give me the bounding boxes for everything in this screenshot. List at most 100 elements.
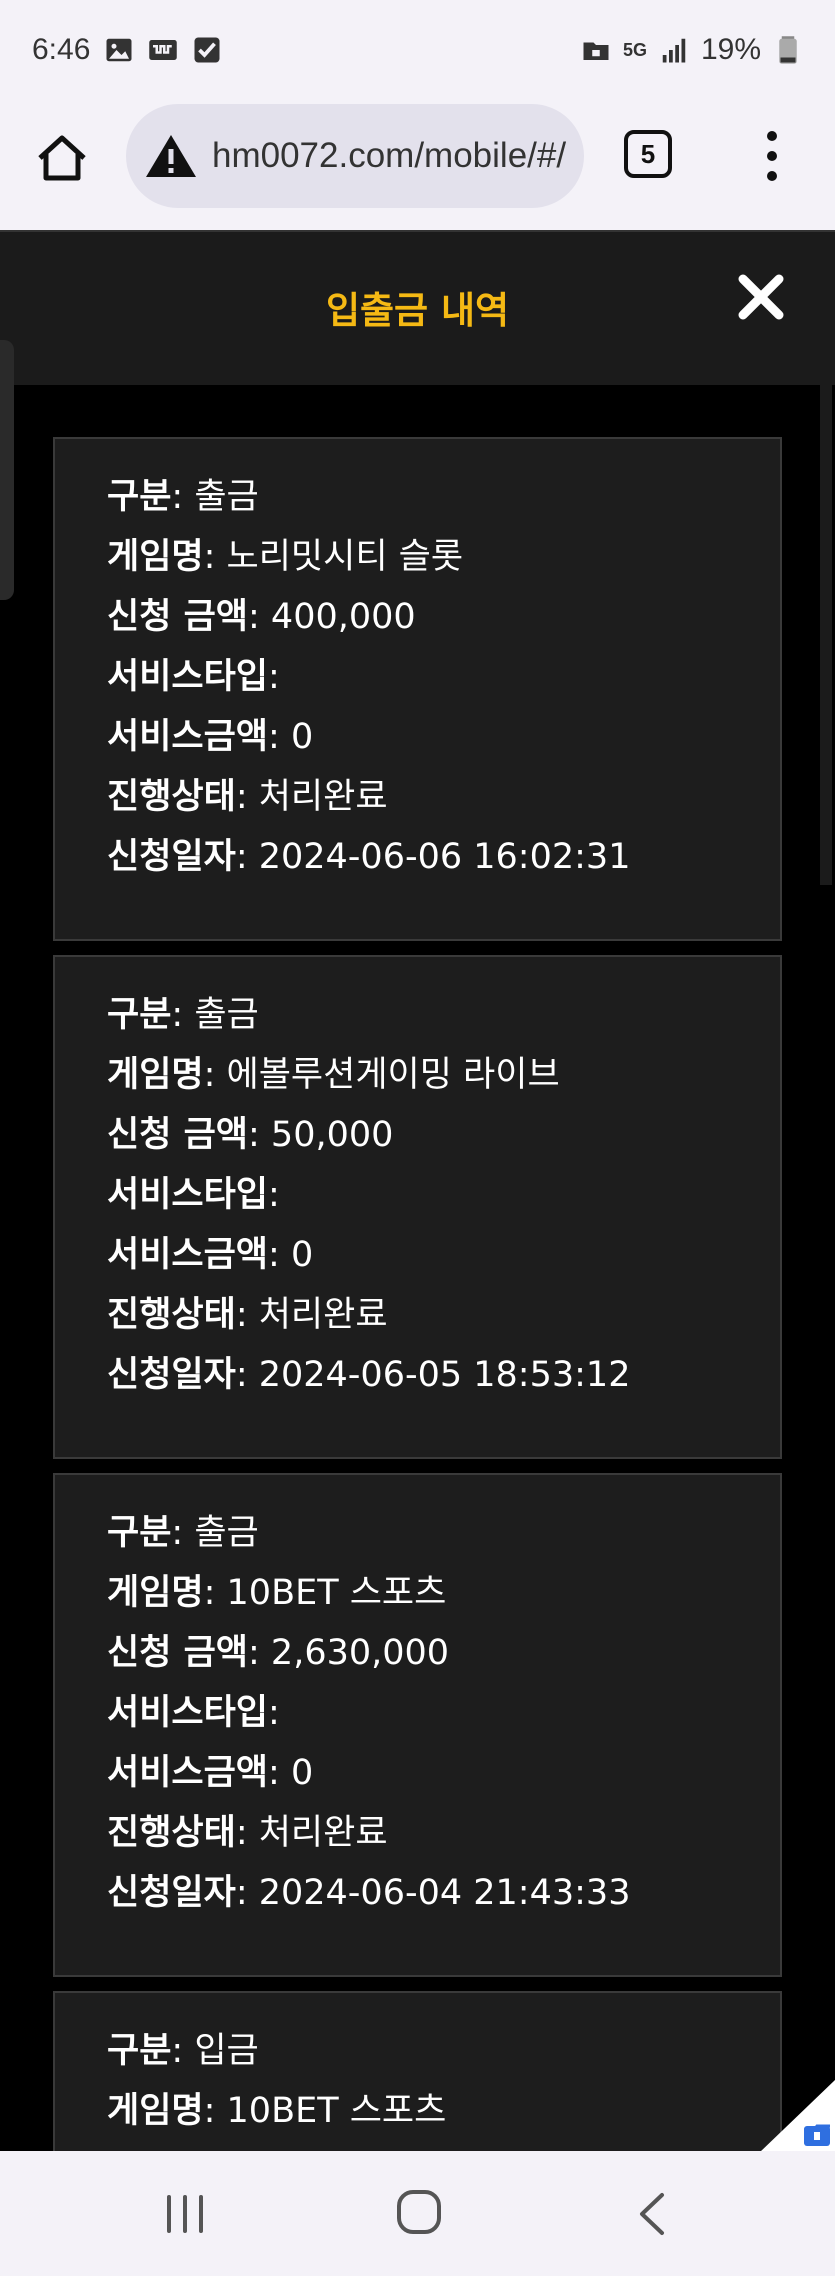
- transaction-card: 구분: 출금 게임명: 에볼루션게이밍 라이브 신청 금액: 50,000 서비…: [53, 955, 782, 1459]
- status-bar: 6:46 5G 19%: [0, 0, 835, 100]
- label-service-type: 서비스타입: [107, 657, 269, 697]
- network-type: 5G: [622, 39, 647, 60]
- transaction-card: 구분: 입금 게임명: 10BET 스포츠: [53, 1991, 782, 2151]
- type-row: 구분: 입금: [107, 2031, 259, 2071]
- game-row: 게임명: 에볼루션게이밍 라이브: [107, 1055, 560, 1095]
- type-row: 구분: 출금: [107, 1513, 259, 1553]
- label-amount: 신청 금액: [107, 597, 248, 637]
- label-game: 게임명: [107, 537, 204, 577]
- game-row: 게임명: 노리밋시티 슬롯: [107, 537, 464, 577]
- type-row: 구분: 출금: [107, 477, 259, 517]
- label-date: 신청일자: [107, 1355, 236, 1395]
- value-status: 처리완료: [258, 1813, 388, 1853]
- value-type: 출금: [194, 995, 259, 1035]
- value-status: 처리완료: [258, 777, 388, 817]
- more-vert-icon: [767, 131, 777, 181]
- status-row: 진행상태: 처리완료: [107, 1813, 388, 1853]
- value-date: 2024-06-06 16:02:31: [258, 837, 631, 877]
- label-amount: 신청 금액: [107, 1633, 248, 1673]
- label-status: 진행상태: [107, 777, 236, 817]
- scrollbar[interactable]: [820, 385, 832, 885]
- value-type: 출금: [194, 1513, 259, 1553]
- status-row: 진행상태: 처리완료: [107, 1295, 388, 1335]
- date-row: 신청일자: 2024-06-05 18:53:12: [107, 1355, 631, 1395]
- value-game: 노리밋시티 슬롯: [226, 537, 464, 577]
- label-type: 구분: [107, 1513, 172, 1553]
- value-amount: 50,000: [270, 1115, 394, 1155]
- close-icon: [738, 274, 784, 320]
- transaction-card: 구분: 출금 게임명: 10BET 스포츠 신청 금액: 2,630,000 서…: [53, 1473, 782, 1977]
- value-status: 처리완료: [258, 1295, 388, 1335]
- value-amount: 2,630,000: [270, 1633, 450, 1673]
- amount-row: 신청 금액: 2,630,000: [107, 1633, 450, 1673]
- transaction-card: 구분: 출금 게임명: 노리밋시티 슬롯 신청 금액: 400,000 서비스타…: [53, 437, 782, 941]
- amount-row: 신청 금액: 400,000: [107, 597, 416, 637]
- system-nav-bar: [0, 2151, 835, 2276]
- home-button[interactable]: [32, 128, 92, 188]
- value-date: 2024-06-04 21:43:33: [258, 1873, 631, 1913]
- label-status: 진행상태: [107, 1813, 236, 1853]
- amount-row: 신청 금액: 50,000: [107, 1115, 394, 1155]
- label-type: 구분: [107, 477, 172, 517]
- label-status: 진행상태: [107, 1295, 236, 1335]
- value-type: 출금: [194, 477, 259, 517]
- value-game: 10BET 스포츠: [226, 2091, 447, 2131]
- app-notification-icon: [148, 35, 178, 65]
- game-row: 게임명: 10BET 스포츠: [107, 2091, 447, 2131]
- value-service-amount: 0: [290, 1753, 314, 1793]
- tab-switcher-button[interactable]: 5: [624, 130, 672, 178]
- label-game: 게임명: [107, 2091, 204, 2131]
- address-bar[interactable]: hm0072.com/mobile/#/: [126, 104, 584, 208]
- label-amount: 신청 금액: [107, 1115, 248, 1155]
- not-secure-warning-icon[interactable]: [144, 132, 198, 180]
- label-service-type: 서비스타입: [107, 1693, 269, 1733]
- value-service-amount: 0: [290, 717, 314, 757]
- battery-percent: 19%: [700, 33, 761, 66]
- label-service-amount: 서비스금액: [107, 1235, 269, 1275]
- status-row: 진행상태: 처리완료: [107, 777, 388, 817]
- date-row: 신청일자: 2024-06-06 16:02:31: [107, 837, 631, 877]
- label-date: 신청일자: [107, 837, 236, 877]
- browser-toolbar: hm0072.com/mobile/#/ 5: [0, 100, 835, 230]
- home-icon: [38, 135, 86, 181]
- system-home-button[interactable]: [394, 2187, 444, 2237]
- signal-icon: [659, 35, 689, 65]
- page-header: 입출금 내역: [0, 230, 835, 385]
- service-amount-row: 서비스금액: 0: [107, 1753, 314, 1793]
- type-row: 구분: 출금: [107, 995, 259, 1035]
- game-row: 게임명: 10BET 스포츠: [107, 1573, 447, 1613]
- service-type-row: 서비스타입:: [107, 1175, 280, 1215]
- label-service-type: 서비스타입: [107, 1175, 269, 1215]
- battery-icon: [773, 35, 803, 65]
- close-button[interactable]: [736, 272, 786, 322]
- service-amount-row: 서비스금액: 0: [107, 717, 314, 757]
- label-service-amount: 서비스금액: [107, 717, 269, 757]
- label-type: 구분: [107, 2031, 172, 2071]
- transaction-list[interactable]: 구분: 출금 게임명: 노리밋시티 슬롯 신청 금액: 400,000 서비스타…: [0, 385, 835, 2151]
- label-game: 게임명: [107, 1055, 204, 1095]
- recent-apps-button[interactable]: [160, 2189, 210, 2239]
- value-service-amount: 0: [290, 1235, 314, 1275]
- recent-apps-icon: [167, 2195, 203, 2233]
- value-game: 에볼루션게이밍 라이브: [226, 1055, 560, 1095]
- edge-panel-handle[interactable]: [0, 340, 14, 600]
- page-title: 입출금 내역: [325, 289, 510, 332]
- back-chevron-icon: [640, 2193, 664, 2235]
- service-type-row: 서비스타입:: [107, 657, 280, 697]
- status-time: 6:46: [32, 33, 91, 66]
- value-type: 입금: [194, 2031, 259, 2071]
- more-menu-button[interactable]: [760, 126, 784, 186]
- label-service-amount: 서비스금액: [107, 1753, 269, 1793]
- secure-folder-badge-icon[interactable]: [760, 2080, 835, 2152]
- gallery-icon: [104, 35, 134, 65]
- label-date: 신청일자: [107, 1873, 236, 1913]
- home-circle-icon: [397, 2190, 441, 2234]
- label-game: 게임명: [107, 1573, 204, 1613]
- checkbox-icon: [192, 35, 222, 65]
- url-text[interactable]: hm0072.com/mobile/#/: [212, 136, 566, 176]
- value-date: 2024-06-05 18:53:12: [258, 1355, 631, 1395]
- service-type-row: 서비스타입:: [107, 1693, 280, 1733]
- value-amount: 400,000: [270, 597, 416, 637]
- value-game: 10BET 스포츠: [226, 1573, 447, 1613]
- back-button[interactable]: [632, 2189, 672, 2239]
